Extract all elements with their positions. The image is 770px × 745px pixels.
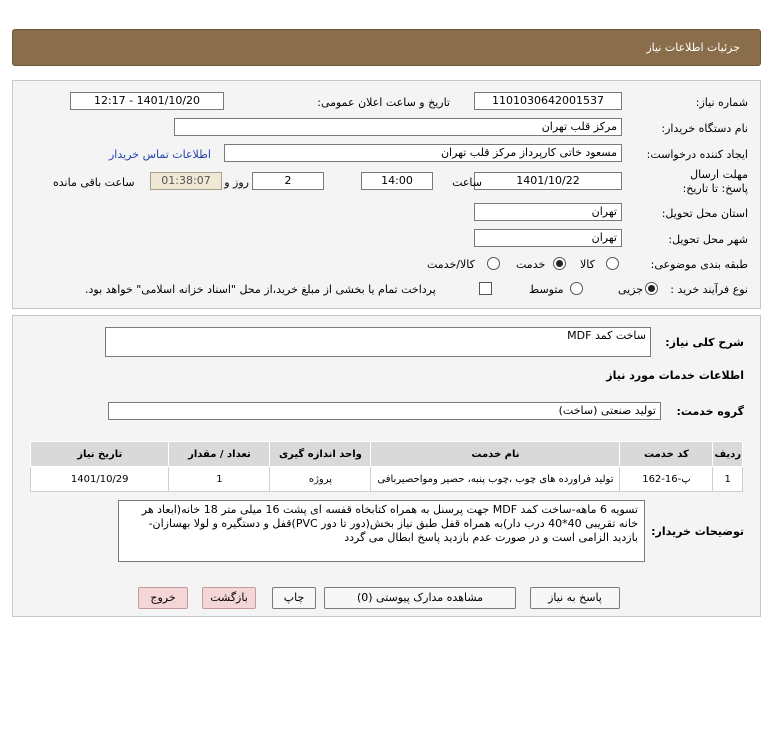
cell-unit: پروژه xyxy=(269,466,372,492)
summary-label: شرح کلی نیاز: xyxy=(665,336,744,349)
service-group-field: تولید صنعتی (ساخت) xyxy=(108,402,661,420)
deadline-time-label: ساعت xyxy=(452,176,482,189)
treasury-note: پرداخت تمام یا بخشی از مبلغ خرید،از محل … xyxy=(85,283,436,296)
table-row: 1 پ-16-162 تولید فراورده های چوب ،چوب پن… xyxy=(29,466,743,492)
col-code-header: کد خدمت xyxy=(619,441,714,467)
category-goods-label: کالا xyxy=(580,258,595,271)
buyer-contact-link[interactable]: اطلاعات تماس خریدار xyxy=(109,148,211,161)
need-details-panel: شرح کلی نیاز: ساخت کمد MDF اطلاعات خدمات… xyxy=(12,315,761,617)
need-info-panel: شماره نیاز: 1101030642001537 تاریخ و ساع… xyxy=(12,80,761,309)
col-qty-header: تعداد / مقدار xyxy=(168,441,271,467)
creator-field: مسعود خاتی کارپرداز مرکز قلب تهران xyxy=(224,144,622,162)
deadline-time-field: 14:00 xyxy=(361,172,433,190)
services-heading: اطلاعات خدمات مورد نیاز xyxy=(606,369,744,382)
table-header-row: ردیف کد خدمت نام خدمت واحد اندازه گیری ت… xyxy=(29,441,743,467)
col-row-header: ردیف xyxy=(712,441,743,467)
print-button[interactable]: چاپ xyxy=(272,587,316,609)
process-medium-label: متوسط xyxy=(529,283,564,296)
category-label: طبقه بندی موضوعی: xyxy=(650,258,748,271)
process-minor-radio[interactable] xyxy=(645,282,658,295)
days-field: 2 xyxy=(252,172,324,190)
process-medium-radio[interactable] xyxy=(570,282,583,295)
reply-button[interactable]: پاسخ به نیاز xyxy=(530,587,620,609)
page-title: جزئیات اطلاعات نیاز xyxy=(646,41,740,54)
col-date-header: تاریخ نیاز xyxy=(29,441,170,467)
buyer-label: نام دستگاه خریدار: xyxy=(661,122,748,135)
category-goods-radio[interactable] xyxy=(606,257,619,270)
attachments-button[interactable]: مشاهده مدارک پیوستی (0) xyxy=(324,587,516,609)
category-goods-service-radio[interactable] xyxy=(487,257,500,270)
cell-qty: 1 xyxy=(168,466,271,492)
buyer-notes-label: توضیحات خریدار: xyxy=(651,525,744,538)
cell-date: 1401/10/29 xyxy=(29,466,170,492)
cell-row: 1 xyxy=(712,466,743,492)
cell-name: تولید فراورده های چوب ،چوب پنبه، حصیر وم… xyxy=(370,466,621,492)
announce-datetime-field: 1401/10/20 - 12:17 xyxy=(70,92,224,110)
services-table: ردیف کد خدمت نام خدمت واحد اندازه گیری ت… xyxy=(29,441,743,492)
creator-label: ایجاد کننده درخواست: xyxy=(646,148,748,161)
city-field: تهران xyxy=(474,229,622,247)
buyer-field: مرکز قلب تهران xyxy=(174,118,622,136)
treasury-checkbox[interactable] xyxy=(479,282,492,295)
service-group-label: گروه خدمت: xyxy=(676,405,744,418)
process-label: نوع فرآیند خرید : xyxy=(670,283,748,296)
remaining-time-field: 01:38:07 xyxy=(150,172,222,190)
province-field: تهران xyxy=(474,203,622,221)
page-header: جزئیات اطلاعات نیاز xyxy=(12,29,761,66)
summary-field: ساخت کمد MDF xyxy=(105,327,651,357)
category-goods-service-label: کالا/خدمت xyxy=(427,258,475,271)
deadline-label: مهلت ارسال پاسخ: تا تاریخ: xyxy=(682,168,748,195)
buyer-notes-field: تسویه 6 ماهه-ساخت کمد MDF جهت پرسنل به ه… xyxy=(118,500,645,562)
category-service-label: خدمت xyxy=(516,258,546,271)
province-label: استان محل تحویل: xyxy=(661,207,748,220)
deadline-date-field: 1401/10/22 xyxy=(474,172,622,190)
remaining-label: ساعت باقی مانده xyxy=(53,176,135,189)
process-minor-label: جزیی xyxy=(618,283,644,296)
announce-label: تاریخ و ساعت اعلان عمومی: xyxy=(317,96,450,109)
cell-code: پ-16-162 xyxy=(619,466,714,492)
category-service-radio[interactable] xyxy=(553,257,566,270)
col-unit-header: واحد اندازه گیری xyxy=(269,441,372,467)
col-name-header: نام خدمت xyxy=(370,441,621,467)
need-number-label: شماره نیاز: xyxy=(695,96,748,109)
city-label: شهر محل تحویل: xyxy=(668,233,748,246)
need-number-field: 1101030642001537 xyxy=(474,92,622,110)
exit-button[interactable]: خروج xyxy=(138,587,188,609)
days-label: روز و xyxy=(224,176,249,189)
back-button[interactable]: بازگشت xyxy=(202,587,256,609)
